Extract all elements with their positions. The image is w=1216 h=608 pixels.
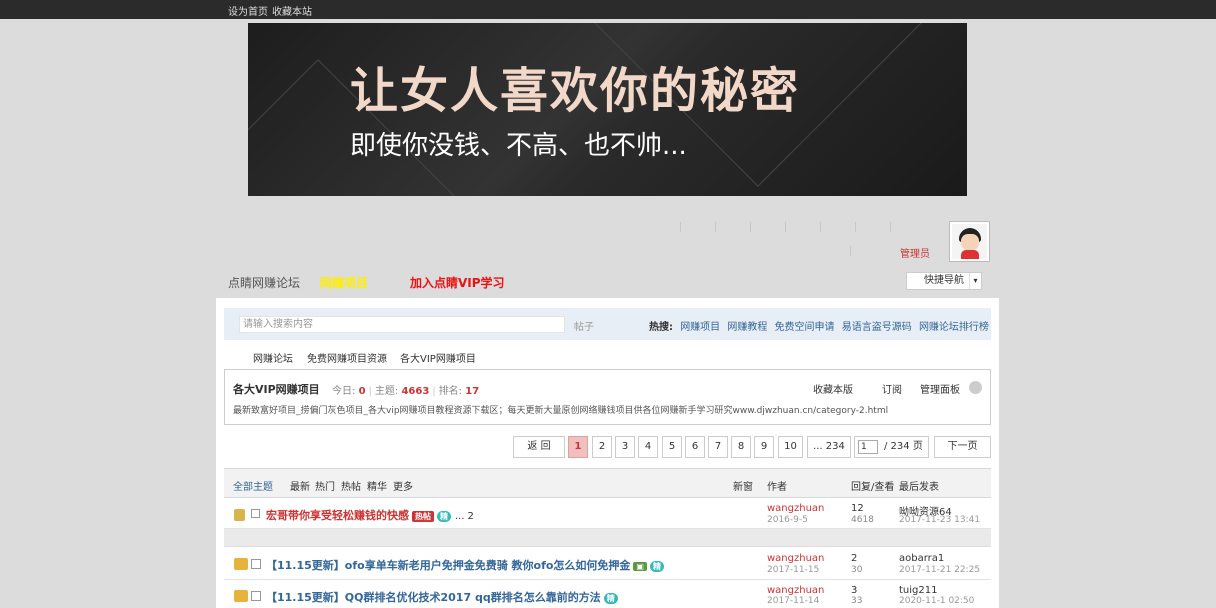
- page-link[interactable]: 3: [615, 436, 635, 458]
- main-content: 请输入搜索内容 帖子 热搜: 网赚项目 网赚教程 免费空间申请 易语言盗号源码 …: [216, 298, 999, 608]
- page-link[interactable]: 6: [685, 436, 705, 458]
- digest-badge: 精: [437, 510, 451, 522]
- nav-forum[interactable]: 点睛网赚论坛: [228, 274, 300, 291]
- banner-subline: 即使你没钱、不高、也不帅...: [350, 131, 687, 161]
- thread-views: 33: [851, 596, 863, 606]
- last-post-user[interactable]: aobarra1: [899, 553, 944, 564]
- hot-label: 热搜:: [649, 322, 673, 333]
- thread-checkbox[interactable]: [251, 591, 261, 601]
- admin-panel-button[interactable]: 管理面板: [920, 381, 960, 396]
- chevron-down-icon: ▾: [969, 273, 981, 289]
- top-bar: 设为首页 收藏本站: [0, 0, 1216, 19]
- thread-date: 2016-9-5: [767, 515, 808, 525]
- breadcrumb-item[interactable]: 各大VIP网赚项目: [400, 350, 476, 365]
- ad-banner[interactable]: 让女人喜欢你的秘密 即使你没钱、不高、也不帅...: [248, 23, 967, 196]
- page-link-current[interactable]: 1: [568, 436, 588, 458]
- thread-views: 30: [851, 565, 863, 575]
- filter-digest[interactable]: 精华: [367, 478, 387, 493]
- last-post-date[interactable]: 2017-11-21 22:25: [899, 565, 980, 575]
- quick-nav-dropdown[interactable]: 快捷导航 ▾: [906, 272, 982, 290]
- hot-term[interactable]: 网赚项目: [680, 322, 720, 333]
- thread-replies: 12: [851, 503, 864, 514]
- thread-author[interactable]: wangzhuan: [767, 585, 824, 596]
- thread-views: 4618: [851, 515, 874, 525]
- set-home-link[interactable]: 设为首页: [228, 3, 268, 18]
- hot-badge: 热帖: [412, 510, 434, 522]
- page-link[interactable]: 2: [592, 436, 612, 458]
- image-attachment-icon: ▣: [633, 561, 647, 571]
- avatar[interactable]: [949, 221, 990, 262]
- page-link[interactable]: 4: [638, 436, 658, 458]
- bookmark-link[interactable]: 收藏本站: [272, 3, 312, 18]
- separator-bar: [224, 529, 991, 547]
- thread-replies: 2: [851, 553, 858, 564]
- forum-header: 各大VIP网赚项目 今日: 0 | 主题: 4663 | 排名: 17 收藏本版 订阅 …: [224, 369, 991, 425]
- hot-term[interactable]: 网赚教程: [727, 322, 767, 333]
- filter-more[interactable]: 更多: [393, 478, 413, 493]
- page-link[interactable]: 7: [708, 436, 728, 458]
- thread-date: 2017-11-15: [767, 565, 820, 575]
- replies-views-header: 回复/查看: [851, 482, 895, 493]
- search-type-button[interactable]: 帖子: [574, 318, 594, 333]
- page-link[interactable]: 8: [731, 436, 751, 458]
- subscribe-button[interactable]: 订阅: [882, 381, 902, 396]
- thread-pages[interactable]: ... 2: [455, 511, 474, 522]
- hot-term[interactable]: 免费空间申请: [775, 322, 835, 333]
- page-link-last[interactable]: ... 234: [807, 436, 851, 458]
- filter-hot-posts[interactable]: 热帖: [341, 478, 361, 493]
- back-button[interactable]: 返 回: [513, 436, 565, 458]
- breadcrumb-item[interactable]: 免费网赚项目资源: [307, 350, 387, 365]
- thread-table-header: 全部主题 最新 热门 热帖 精华 更多 新窗 作者 回复/查看 最后发表: [224, 468, 991, 498]
- thread-replies: 3: [851, 585, 858, 596]
- nav-project[interactable]: 网赚项目: [320, 274, 368, 291]
- filter-latest[interactable]: 最新: [290, 478, 310, 493]
- page-link[interactable]: 5: [662, 436, 682, 458]
- search-bar: 请输入搜索内容 帖子 热搜: 网赚项目 网赚教程 免费空间申请 易语言盗号源码 …: [224, 308, 991, 340]
- page-total: / 234 页: [884, 441, 923, 452]
- page-link[interactable]: 9: [754, 436, 774, 458]
- favorite-forum-button[interactable]: 收藏本版: [813, 381, 853, 396]
- breadcrumb-item[interactable]: 网赚论坛: [253, 350, 293, 365]
- folder-icon: [234, 558, 248, 570]
- thread-date: 2017-11-14: [767, 596, 820, 606]
- digest-badge: 精: [649, 560, 664, 572]
- forum-title: 各大VIP网赚项目: [233, 383, 320, 396]
- thread-author[interactable]: wangzhuan: [767, 503, 824, 514]
- thread-checkbox[interactable]: [251, 559, 261, 569]
- collapse-icon[interactable]: [969, 381, 982, 394]
- thread-title[interactable]: 宏哥带你享受轻松赚钱的快感 热帖精 ... 2: [266, 507, 474, 523]
- author-header: 作者: [767, 482, 787, 493]
- folder-icon: [234, 590, 248, 602]
- admin-link[interactable]: 管理员: [900, 245, 930, 260]
- page-jump: 1 / 234 页: [854, 436, 929, 458]
- banner-headline: 让女人喜欢你的秘密: [350, 63, 801, 119]
- thread-title[interactable]: 【11.15更新】QQ群排名优化技术2017 qq群排名怎么靠前的方法精: [266, 589, 618, 605]
- hot-term[interactable]: 网赚论坛排行榜: [919, 322, 989, 333]
- search-input[interactable]: 请输入搜索内容: [239, 316, 565, 333]
- next-page-button[interactable]: 下一页: [934, 436, 991, 458]
- thread-author[interactable]: wangzhuan: [767, 553, 824, 564]
- nav-vip[interactable]: 加入点睛VIP学习: [410, 274, 505, 291]
- lock-icon: [234, 509, 245, 521]
- last-post-date[interactable]: 2017-11-23 13:41: [899, 515, 980, 525]
- forum-stats: 今日: 0 | 主题: 4663 | 排名: 17: [332, 386, 480, 397]
- hot-term[interactable]: 易语言盗号源码: [842, 322, 912, 333]
- table-row: 【11.15更新】QQ群排名优化技术2017 qq群排名怎么靠前的方法精 wan…: [224, 581, 991, 608]
- forum-description: 最新致富好项目_捞偏门灰色项目_各大vip网赚项目教程资源下载区；每天更新大量原…: [233, 406, 889, 416]
- last-post-date[interactable]: 2020-11-1 02:50: [899, 596, 974, 606]
- new-window-toggle[interactable]: 新窗: [733, 478, 753, 493]
- hot-searches: 热搜: 网赚项目 网赚教程 免费空间申请 易语言盗号源码 网赚论坛排行榜: [649, 318, 989, 333]
- quick-nav-label: 快捷导航: [924, 275, 964, 286]
- thread-checkbox[interactable]: [251, 509, 260, 518]
- thread-title[interactable]: 【11.15更新】ofo享单车新老用户免押金免费骑 教你ofo怎么如何免押金 ▣ 精: [266, 557, 664, 573]
- filter-all[interactable]: 全部主题: [233, 478, 273, 493]
- table-row: 宏哥带你享受轻松赚钱的快感 热帖精 ... 2 wangzhuan 2016-9-…: [224, 499, 991, 529]
- page-jump-input[interactable]: 1: [858, 440, 878, 454]
- last-post-header: 最后发表: [899, 482, 939, 493]
- digest-badge: 精: [603, 592, 618, 604]
- filter-hot[interactable]: 热门: [315, 478, 335, 493]
- last-post-user[interactable]: tuig211: [899, 585, 937, 596]
- page-link[interactable]: 10: [778, 436, 803, 458]
- table-row: 【11.15更新】ofo享单车新老用户免押金免费骑 教你ofo怎么如何免押金 ▣ 精…: [224, 549, 991, 580]
